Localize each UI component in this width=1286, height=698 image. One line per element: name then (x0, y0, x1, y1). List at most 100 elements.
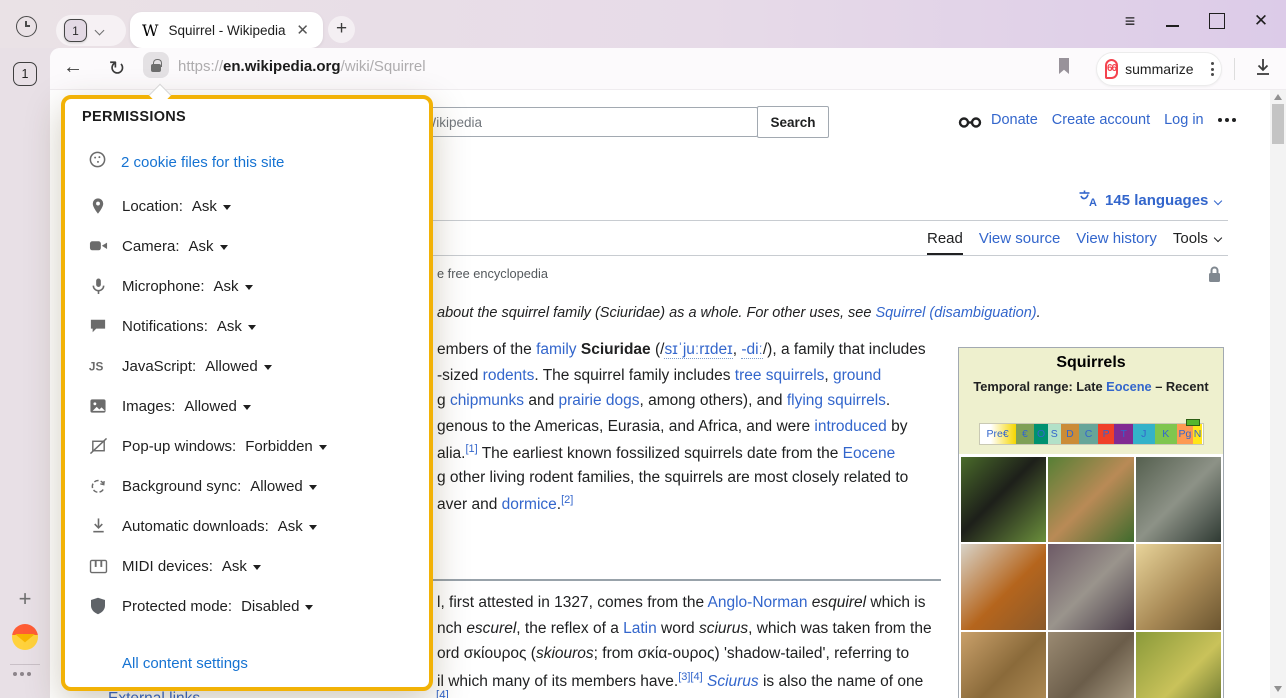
article-link[interactable]: dormice (502, 496, 557, 513)
timeline-period-T[interactable]: T (1114, 424, 1133, 444)
close-window-button[interactable]: ✕ (1248, 8, 1274, 34)
tab-group-pill[interactable]: 1 (56, 15, 126, 46)
squirrel-photo-7[interactable] (961, 632, 1046, 698)
timeline-period-Pg[interactable]: Pg (1177, 424, 1193, 444)
cookie-files-link[interactable]: 2 cookie files for this site (121, 154, 284, 171)
browser-tab[interactable]: W Squirrel - Wikipedia ✕ (130, 12, 323, 48)
article-link[interactable]: family (536, 341, 576, 358)
rail-add-icon[interactable]: + (13, 588, 37, 612)
caret-down-icon (253, 565, 261, 570)
permission-value-dropdown[interactable]: Forbidden (245, 438, 327, 455)
summarize-more-icon[interactable] (1211, 62, 1214, 76)
tab-close-icon[interactable]: ✕ (292, 19, 313, 41)
wiki-search-button[interactable]: Search (757, 106, 829, 138)
article-link[interactable]: Latin (623, 620, 657, 637)
article-link[interactable]: Anglo-Norman (708, 594, 808, 611)
timeline-period-PreC[interactable]: Pre€ (980, 424, 1016, 444)
minimize-button[interactable] (1160, 8, 1186, 34)
article-link[interactable]: [1] (465, 443, 477, 455)
timeline-period-O[interactable]: O (1034, 424, 1048, 444)
timeline-period-J[interactable]: J (1133, 424, 1155, 444)
timeline-period-C[interactable]: C (1079, 424, 1098, 444)
squirrel-photo-9[interactable] (1136, 632, 1221, 698)
eocene-link[interactable]: Eocene (1106, 379, 1152, 394)
permission-value: Allowed (250, 478, 303, 495)
caret-down-icon (264, 365, 272, 370)
squirrel-photo-8[interactable] (1048, 632, 1133, 698)
article-link[interactable]: -diː (741, 341, 763, 359)
timeline-period-P[interactable]: P (1098, 424, 1115, 444)
article-tab-read[interactable]: Read (927, 230, 963, 255)
permission-value-dropdown[interactable]: Ask (278, 518, 317, 535)
timeline-period-S[interactable]: S (1048, 424, 1061, 444)
toc-external-links[interactable]: External links (108, 690, 200, 698)
permission-value-dropdown[interactable]: Disabled (241, 598, 313, 615)
article-tab-view-history[interactable]: View history (1076, 230, 1157, 247)
language-selector[interactable]: A 145 languages (1078, 189, 1221, 212)
article-link[interactable]: prairie dogs (559, 392, 640, 409)
downloads-icon[interactable] (1253, 56, 1273, 83)
article-link[interactable]: Squirrel (disambiguation) (875, 305, 1036, 321)
permission-value-dropdown[interactable]: Ask (189, 238, 228, 255)
timeline-period-D[interactable]: D (1061, 424, 1080, 444)
timeline-period-C[interactable]: € (1016, 424, 1035, 444)
article-tab-tools[interactable]: Tools (1173, 230, 1221, 247)
all-content-settings-link[interactable]: All content settings (122, 655, 248, 672)
timeline-period-K[interactable]: K (1155, 424, 1178, 444)
personal-link-log-in[interactable]: Log in (1164, 112, 1204, 128)
article-link[interactable]: flying squirrels (787, 392, 886, 409)
bookmark-icon[interactable] (1056, 56, 1072, 81)
article-link[interactable]: ground (833, 367, 881, 384)
permission-value-dropdown[interactable]: Allowed (250, 478, 317, 495)
address-bar[interactable]: https://en.wikipedia.org/wiki/Squirrel (178, 58, 426, 75)
article-link[interactable]: [3][4] (678, 671, 702, 683)
article-link[interactable]: introduced (814, 418, 886, 435)
chevron-down-icon[interactable] (95, 26, 105, 36)
permission-value-dropdown[interactable]: Ask (217, 318, 256, 335)
browser-menu-icon[interactable]: ≡ (1117, 8, 1143, 34)
back-icon[interactable]: ← (60, 56, 86, 79)
user-more-menu-icon[interactable] (1218, 118, 1236, 122)
article-text: nch (437, 620, 466, 637)
rail-more-icon[interactable] (13, 672, 31, 676)
page-protection-lock-icon[interactable] (1206, 265, 1223, 289)
article-link[interactable]: Eocene (843, 445, 896, 462)
squirrel-photo-6[interactable] (1136, 544, 1221, 629)
article-link[interactable]: rodents (483, 367, 535, 384)
appearance-glasses-icon[interactable] (958, 115, 982, 135)
rail-tab-counter[interactable]: 1 (13, 62, 37, 86)
tab-group-badge[interactable]: 1 (64, 19, 87, 42)
permission-value-dropdown[interactable]: Ask (192, 198, 231, 215)
scroll-down-icon[interactable] (1274, 686, 1282, 692)
permission-value-dropdown[interactable]: Ask (214, 278, 253, 295)
new-tab-button[interactable]: + (328, 16, 355, 43)
permission-value-dropdown[interactable]: Allowed (205, 358, 272, 375)
article-link[interactable]: [2] (561, 494, 573, 506)
article-link[interactable]: chipmunks (450, 392, 524, 409)
reload-icon[interactable]: ↻ (104, 56, 130, 81)
summarize-button[interactable]: summarize (1096, 52, 1222, 86)
personal-link-create-account[interactable]: Create account (1052, 112, 1150, 128)
page-scrollbar[interactable] (1270, 90, 1286, 698)
squirrel-photo-2[interactable] (1048, 457, 1133, 542)
squirrel-photo-1[interactable] (961, 457, 1046, 542)
article-tab-view-source[interactable]: View source (979, 230, 1060, 247)
mail-icon[interactable] (12, 624, 38, 650)
scrollbar-thumb[interactable] (1272, 104, 1284, 144)
permission-value-dropdown[interactable]: Allowed (184, 398, 251, 415)
permission-row-images: Images:Allowed (88, 386, 418, 426)
article-link[interactable]: tree squirrels (735, 367, 825, 384)
scroll-up-icon[interactable] (1274, 94, 1282, 100)
cookie-icon (88, 150, 107, 174)
permission-value-dropdown[interactable]: Ask (222, 558, 261, 575)
squirrel-photo-4[interactable] (961, 544, 1046, 629)
history-clock-icon[interactable] (16, 16, 37, 37)
maximize-button[interactable] (1204, 8, 1230, 34)
timeline-period-N[interactable]: N (1193, 424, 1203, 444)
site-lock-button[interactable] (143, 52, 169, 78)
squirrel-photo-3[interactable] (1136, 457, 1221, 542)
article-link[interactable]: sɪˈjuːrɪdeɪ (664, 341, 732, 359)
squirrel-photo-5[interactable] (1048, 544, 1133, 629)
personal-link-donate[interactable]: Donate (991, 112, 1038, 128)
article-link[interactable]: Sciurus (707, 673, 759, 690)
